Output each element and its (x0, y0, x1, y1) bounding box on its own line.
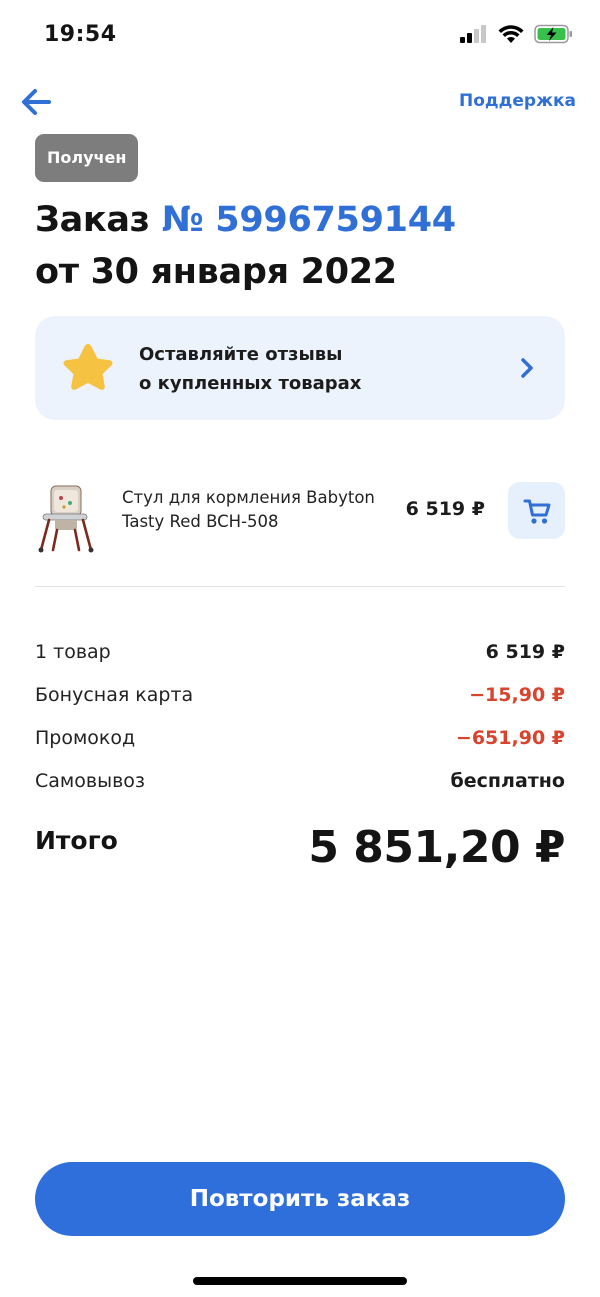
summary-row-bonus-card: Бонусная карта −15,90 ₽ (35, 679, 565, 722)
summary-label: Самовывоз (35, 770, 145, 792)
back-button[interactable] (18, 84, 54, 120)
star-icon (63, 344, 113, 390)
signal-icon (460, 25, 486, 43)
status-time: 19:54 (44, 22, 117, 47)
summary-row-items: 1 товар 6 519 ₽ (35, 636, 565, 679)
support-link[interactable]: Поддержка (459, 91, 576, 111)
summary-value: бесплатно (450, 770, 565, 792)
chevron-right-icon (521, 358, 533, 378)
summary-label: Промокод (35, 727, 136, 749)
summary-label: 1 товар (35, 641, 111, 663)
arrow-left-icon (22, 89, 51, 115)
order-date: от 30 января 2022 (35, 252, 397, 292)
review-text-line1: Оставляйте отзывы (139, 344, 343, 365)
product-row[interactable]: Стул для кормления Babyton Tasty Red BCH… (35, 470, 565, 560)
order-number[interactable]: № 5996759144 (162, 200, 457, 240)
summary-label: Бонусная карта (35, 684, 194, 706)
product-name[interactable]: Стул для кормления Babyton Tasty Red BCH… (122, 486, 392, 534)
review-banner[interactable]: Оставляйте отзывы о купленных товарах (35, 316, 565, 420)
wifi-icon (498, 24, 524, 43)
order-summary: 1 товар 6 519 ₽ Бонусная карта −15,90 ₽ … (35, 636, 565, 808)
review-text-line2: о купленных товарах (139, 373, 362, 394)
summary-row-pickup: Самовывоз бесплатно (35, 765, 565, 808)
nav-bar: Поддержка (0, 80, 600, 124)
order-title-prefix: Заказ (35, 200, 150, 240)
review-text: Оставляйте отзывы о купленных товарах (139, 340, 361, 398)
summary-row-promocode: Промокод −651,90 ₽ (35, 722, 565, 765)
total-value: 5 851,20 ₽ (308, 822, 565, 873)
status-icons (460, 24, 574, 44)
cart-icon (523, 499, 550, 524)
high-chair-image (38, 485, 94, 553)
summary-value: 6 519 ₽ (485, 641, 565, 663)
product-price: 6 519 ₽ (405, 498, 485, 520)
divider (35, 586, 565, 587)
summary-value: −651,90 ₽ (455, 727, 565, 749)
home-indicator (193, 1277, 407, 1285)
status-bar: 19:54 (0, 0, 600, 70)
status-badge: Получен (35, 134, 139, 182)
add-to-cart-button[interactable] (508, 482, 565, 539)
order-title: Заказ № 5996759144 (35, 196, 456, 244)
summary-value: −15,90 ₽ (469, 684, 565, 706)
total-label: Итого (35, 826, 118, 855)
battery-charging-icon (534, 24, 572, 44)
repeat-order-button[interactable]: Повторить заказ (35, 1162, 565, 1236)
